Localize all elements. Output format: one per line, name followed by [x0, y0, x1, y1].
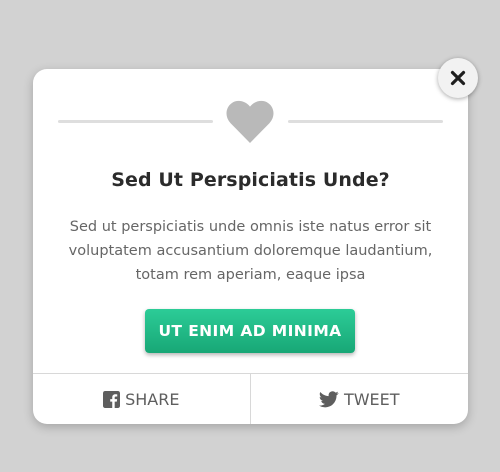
facebook-icon: [103, 390, 121, 408]
modal-title: Sed Ut Perspiciatis Unde?: [111, 169, 390, 191]
divider-right: [288, 120, 443, 123]
cta-button-label: UT ENIM AD MINIMA: [158, 322, 342, 340]
tweet-button[interactable]: TWEET: [251, 374, 469, 424]
heart-icon: [226, 100, 274, 143]
close-icon: [450, 70, 466, 86]
close-button[interactable]: [438, 58, 478, 98]
modal-body-text: Sed ut perspiciatis unde omnis iste natu…: [68, 219, 433, 283]
tweet-label: TWEET: [343, 389, 400, 409]
share-button[interactable]: SHARE: [33, 374, 251, 424]
share-label: SHARE: [125, 389, 180, 409]
twitter-icon: [318, 390, 339, 407]
cta-button[interactable]: UT ENIM AD MINIMA: [145, 309, 355, 353]
share-bar: SHARE TWEET: [33, 373, 468, 424]
modal-dialog: Sed Ut Perspiciatis Unde? Sed ut perspic…: [33, 69, 468, 424]
divider-left: [58, 120, 213, 123]
